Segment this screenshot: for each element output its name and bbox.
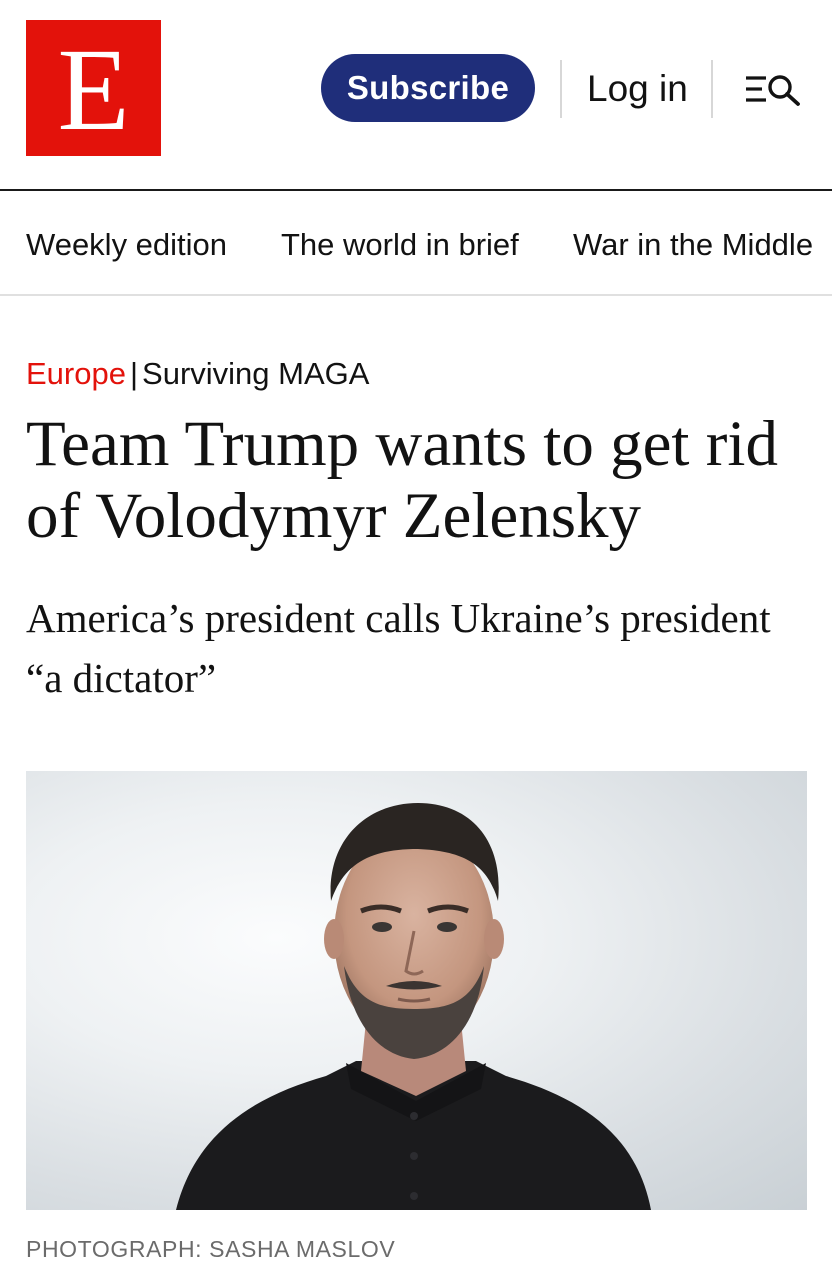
nav-item-war-middle-east[interactable]: War in the Middle [573,225,813,265]
section-link[interactable]: Europe [26,356,126,391]
portrait-illustration [176,803,651,1210]
logo-letter: E [57,24,130,155]
site-header: E Subscribe Log in [0,0,832,190]
series-label: Surviving MAGA [142,356,370,391]
section-nav: Weekly edition The world in brief War in… [0,191,832,295]
article-headline: Team Trump wants to get rid of Volodymyr… [26,408,778,552]
article-photo [26,771,807,1210]
article-rubric: Europe | Surviving MAGA [26,354,369,394]
nav-item-world-in-brief[interactable]: The world in brief [281,225,519,265]
header-divider [560,60,562,118]
login-link[interactable]: Log in [587,64,688,114]
photo-caption: PHOTOGRAPH: SASHA MASLOV [26,1236,396,1262]
article-standfirst: America’s president calls Ukraine’s pres… [26,595,771,701]
subscribe-button[interactable]: Subscribe [321,54,535,122]
rubric-separator: | [129,356,139,391]
header-divider [711,60,713,118]
nav-rule [0,294,832,296]
nav-item-weekly-edition[interactable]: Weekly edition [26,225,227,265]
menu-search-icon[interactable] [744,70,802,110]
economist-logo[interactable]: E [26,20,161,156]
